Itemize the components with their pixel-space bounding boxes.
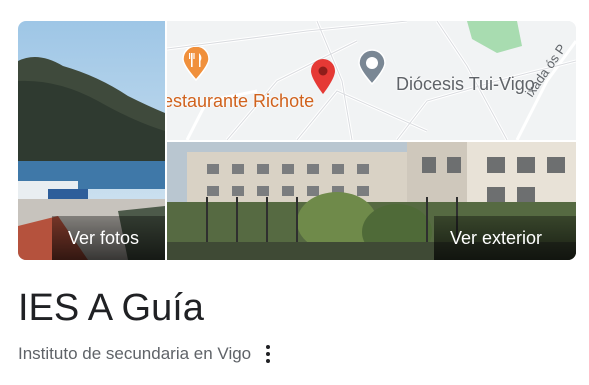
view-exterior-button[interactable]: Ver exterior	[434, 216, 576, 260]
gray-poi-circle-icon[interactable]	[357, 49, 387, 85]
place-title: IES A Guía	[18, 287, 204, 329]
view-photos-button[interactable]: Ver fotos	[52, 216, 165, 260]
map-tile[interactable]: estaurante Richote Diócesis Tui-Vigo ixa…	[167, 21, 576, 140]
exterior-tile[interactable]: Ver exterior	[167, 142, 576, 260]
restaurant-label[interactable]: estaurante Richote	[167, 91, 314, 112]
place-category-row: Instituto de secundaria en Vigo	[18, 343, 273, 365]
place-category: Instituto de secundaria en Vigo	[18, 344, 252, 363]
more-vertical-icon[interactable]	[263, 343, 273, 365]
fork-knife-icon[interactable]	[181, 47, 211, 81]
diocese-label[interactable]: Diócesis Tui-Vigo	[396, 74, 535, 95]
red-location-pin-icon[interactable]	[310, 59, 336, 95]
photos-tile[interactable]: Ver fotos	[18, 21, 165, 260]
